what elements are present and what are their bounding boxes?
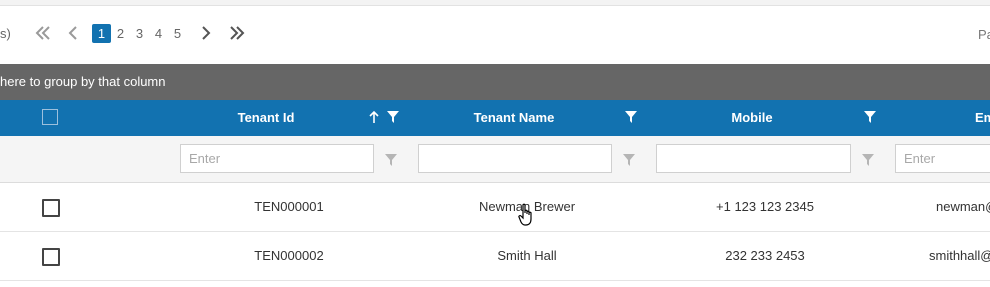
page-numbers: 1 2 3 4 5 — [92, 24, 187, 43]
column-header-email[interactable]: Em — [975, 100, 990, 136]
table-row[interactable]: TEN000002 Smith Hall 232 233 2453 smithh… — [0, 232, 990, 281]
page-2-button[interactable]: 2 — [111, 24, 130, 43]
grid-page: s) 1 2 3 4 5 Pa here to group by that co… — [0, 0, 990, 287]
tenant-id-filter-input[interactable] — [180, 144, 374, 173]
email-filter-input[interactable] — [895, 144, 990, 173]
row-checkbox[interactable] — [42, 199, 60, 217]
cell-mobile: 232 233 2453 — [725, 248, 805, 263]
cell-tenant-id: TEN000002 — [254, 248, 324, 263]
cell-tenant-id: TEN000001 — [254, 199, 324, 214]
cell-email: newman@ — [936, 199, 990, 214]
mobile-filter-input[interactable] — [656, 144, 851, 173]
filter-icon[interactable] — [623, 153, 635, 171]
page-info-text: Pa — [978, 27, 990, 42]
grid-header: Tenant Id Tenant Name Mobile Em — [0, 100, 990, 136]
tenant-name-filter-input[interactable] — [418, 144, 612, 173]
filter-icon[interactable] — [864, 111, 876, 126]
select-all-checkbox[interactable] — [42, 109, 58, 125]
page-3-button[interactable]: 3 — [130, 24, 149, 43]
group-drop-panel[interactable]: here to group by that column — [0, 64, 990, 100]
next-page-icon[interactable] — [195, 22, 217, 44]
cell-email: smithhall@ — [929, 248, 990, 263]
sort-asc-icon[interactable] — [369, 110, 379, 127]
prev-page-icon[interactable] — [62, 22, 84, 44]
pager: s) 1 2 3 4 5 Pa — [0, 6, 990, 64]
filter-row — [0, 136, 990, 183]
page-4-button[interactable]: 4 — [149, 24, 168, 43]
cell-mobile: +1 123 123 2345 — [716, 199, 814, 214]
item-count-text: s) — [0, 26, 11, 41]
last-page-icon[interactable] — [226, 22, 248, 44]
column-header-tenant-id[interactable]: Tenant Id — [176, 100, 356, 136]
page-5-button[interactable]: 5 — [168, 24, 187, 43]
filter-icon[interactable] — [625, 111, 637, 126]
column-header-mobile[interactable]: Mobile — [652, 100, 852, 136]
cell-tenant-name: Smith Hall — [497, 248, 557, 263]
column-header-tenant-name[interactable]: Tenant Name — [414, 100, 614, 136]
group-panel-hint: here to group by that column — [0, 74, 166, 89]
table-row[interactable]: TEN000001 Newman Brewer +1 123 123 2345 … — [0, 183, 990, 232]
hand-cursor-icon — [518, 203, 536, 232]
filter-icon[interactable] — [387, 111, 399, 126]
filter-icon[interactable] — [862, 153, 874, 171]
page-1-button[interactable]: 1 — [92, 24, 111, 43]
first-page-icon[interactable] — [32, 22, 54, 44]
filter-icon[interactable] — [385, 153, 397, 171]
row-checkbox[interactable] — [42, 248, 60, 266]
